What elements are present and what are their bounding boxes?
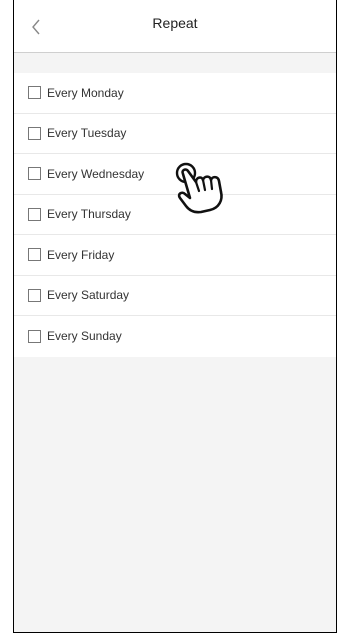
day-option-tuesday[interactable]: Every Tuesday — [14, 114, 336, 154]
tap-hand-icon — [175, 162, 223, 214]
phone-screen: Repeat Every Monday Every Tuesday Every … — [13, 0, 337, 633]
day-label: Every Sunday — [47, 329, 122, 344]
page-title: Repeat — [152, 15, 198, 31]
day-option-saturday[interactable]: Every Saturday — [14, 276, 336, 316]
checkbox[interactable] — [28, 167, 41, 181]
day-label: Every Monday — [47, 85, 124, 100]
checkbox[interactable] — [28, 288, 41, 302]
checkbox[interactable] — [28, 329, 41, 343]
day-option-sunday[interactable]: Every Sunday — [14, 316, 336, 357]
day-label: Every Saturday — [47, 288, 130, 303]
day-option-friday[interactable]: Every Friday — [14, 235, 336, 276]
day-label: Every Thursday — [47, 207, 131, 222]
day-label: Every Friday — [47, 247, 115, 262]
checkbox[interactable] — [28, 126, 41, 140]
day-label: Every Wednesday — [47, 166, 145, 181]
section-spacer — [14, 53, 336, 73]
nav-bar: Repeat — [14, 0, 336, 53]
checkbox[interactable] — [28, 86, 41, 100]
day-label: Every Tuesday — [47, 126, 127, 141]
day-option-monday[interactable]: Every Monday — [14, 73, 336, 114]
checkbox[interactable] — [28, 248, 41, 262]
checkbox[interactable] — [28, 207, 41, 221]
